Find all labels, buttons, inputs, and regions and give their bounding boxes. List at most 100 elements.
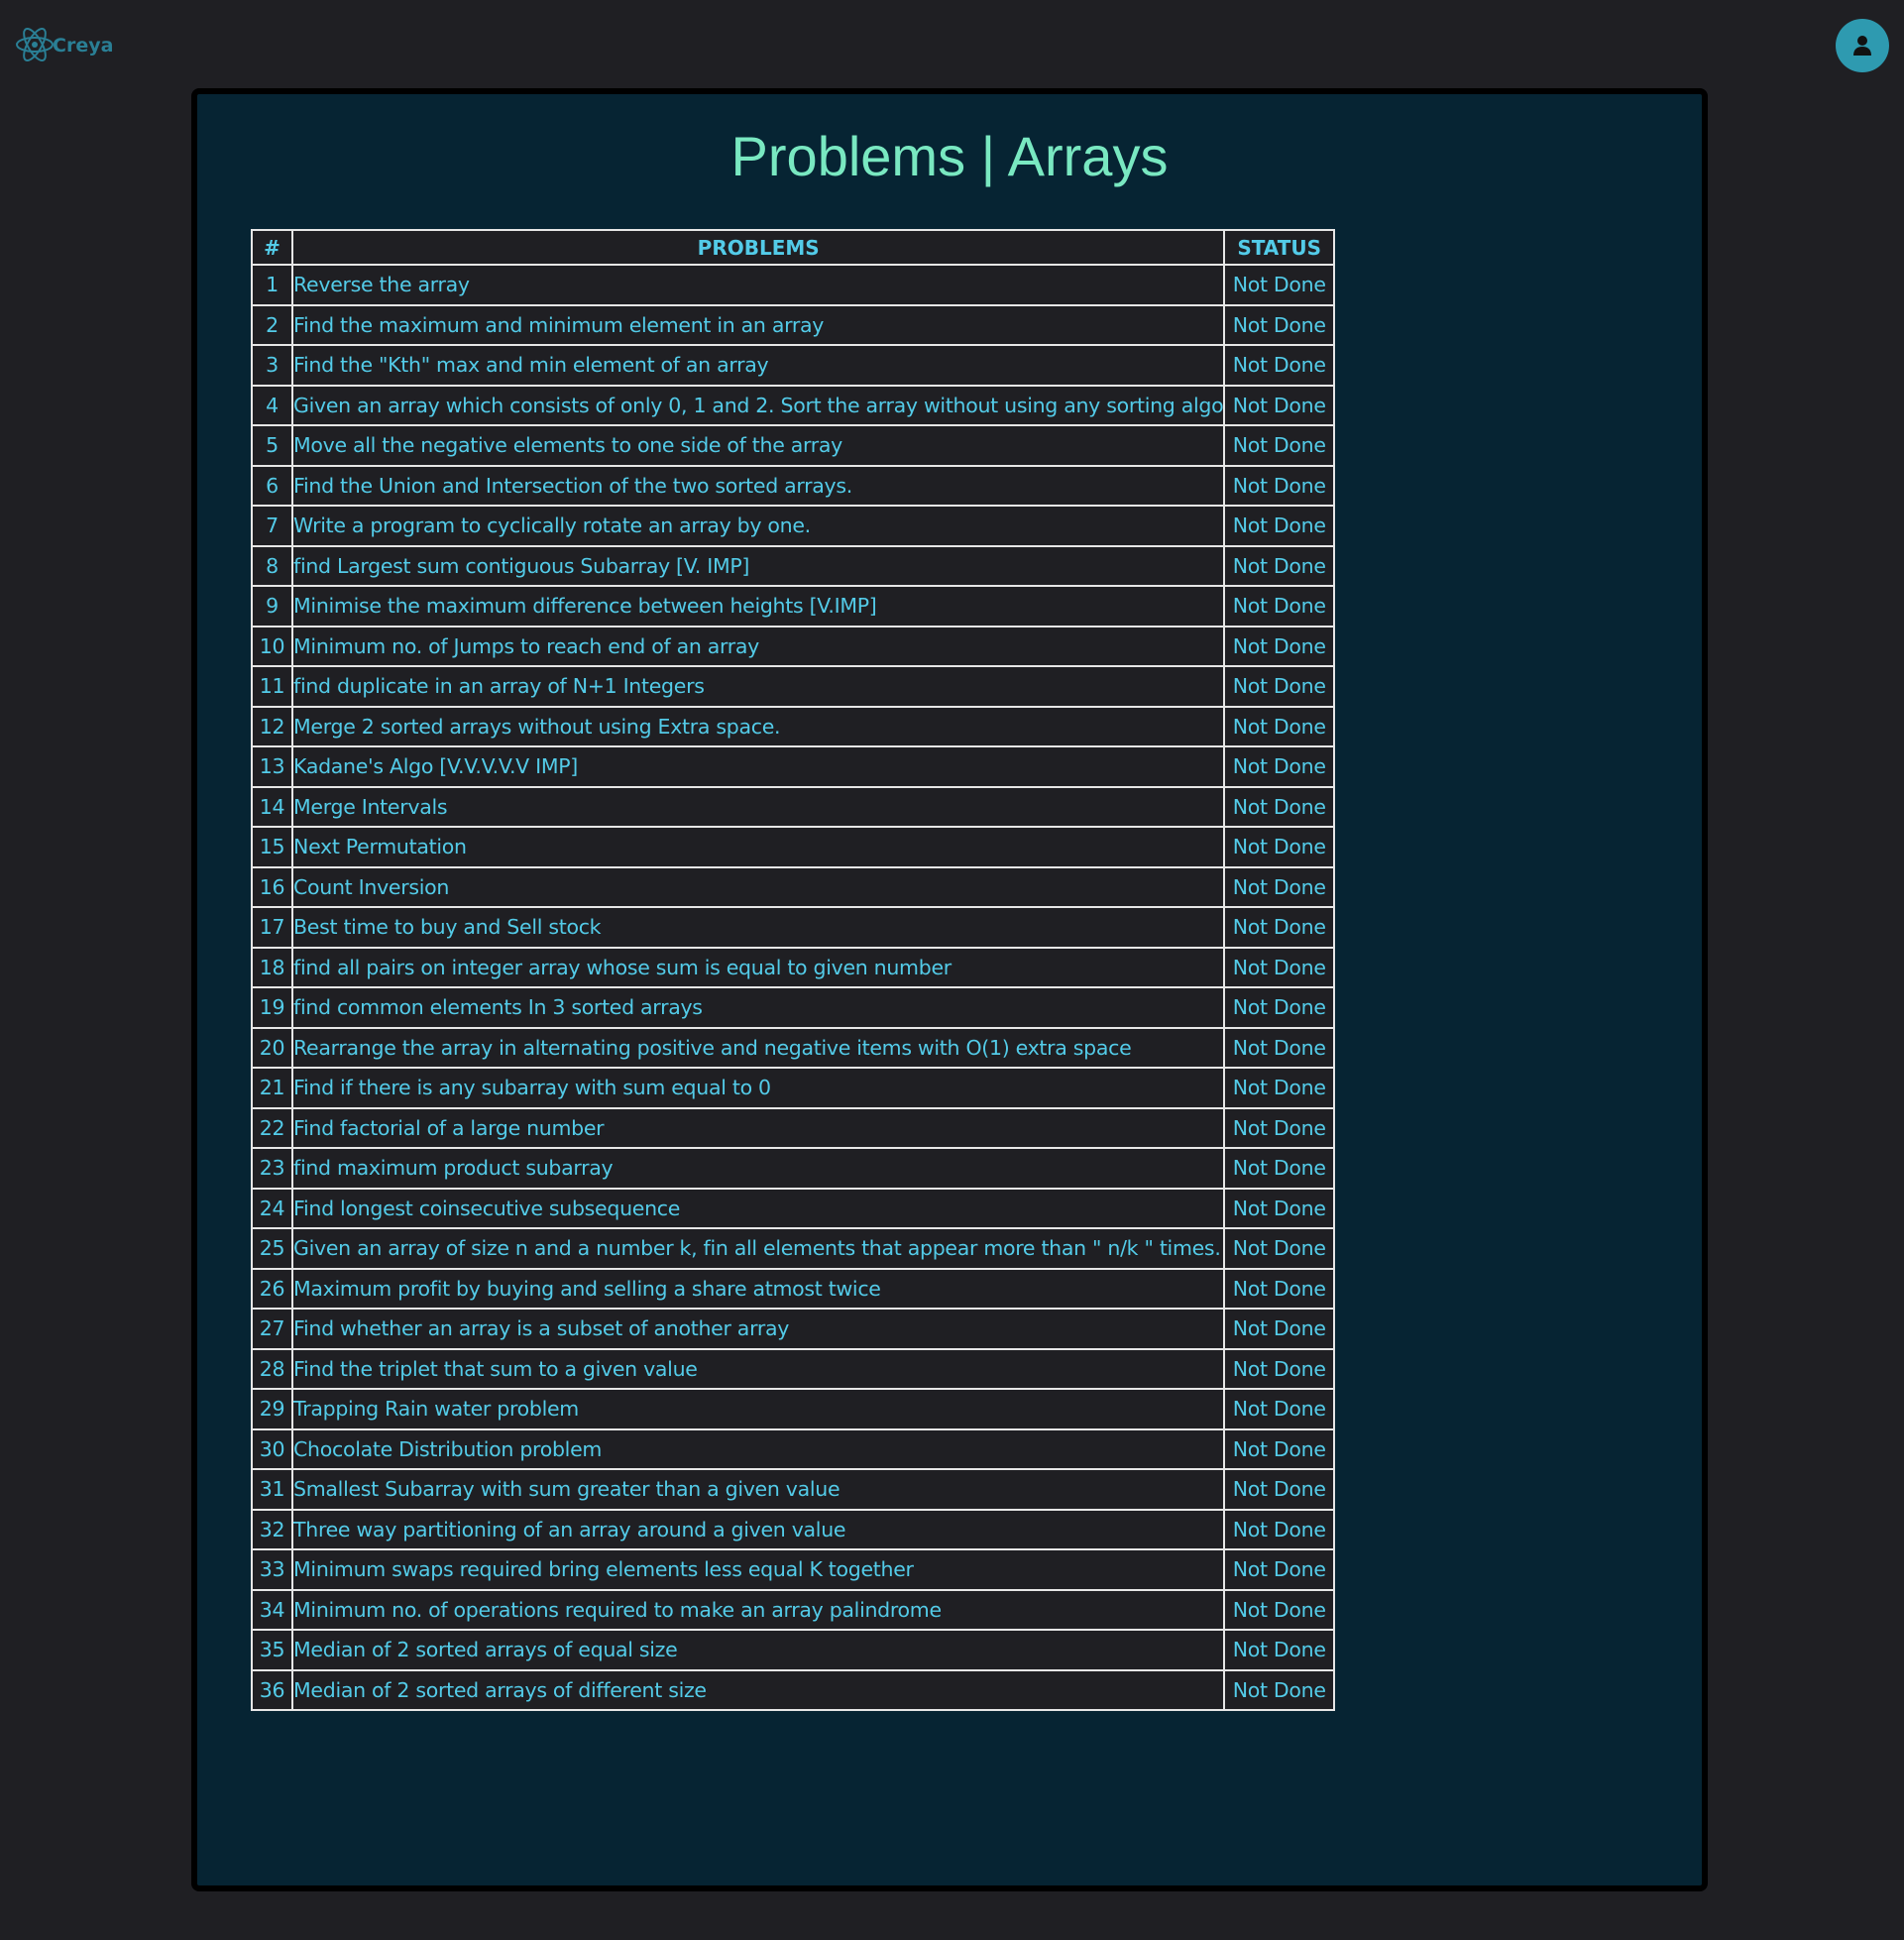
status-cell[interactable]: Not Done xyxy=(1223,826,1335,868)
row-number: 1 xyxy=(250,264,294,306)
status-cell[interactable]: Not Done xyxy=(1223,384,1335,426)
row-number: 11 xyxy=(250,665,294,708)
problem-cell: Count Inversion xyxy=(291,865,1226,908)
status-cell[interactable]: Not Done xyxy=(1223,464,1335,507)
table-row: 27 Find whether an array is a subset of a… xyxy=(250,1308,1335,1350)
status-cell[interactable]: Not Done xyxy=(1223,1468,1335,1511)
problem-link[interactable]: Find the Union and Intersection of the t… xyxy=(293,474,852,498)
status-cell[interactable]: Not Done xyxy=(1223,1147,1335,1190)
problem-link[interactable]: Rearrange the array in alternating posit… xyxy=(293,1036,1132,1060)
problem-link[interactable]: find duplicate in an array of N+1 Intege… xyxy=(293,674,705,698)
status-cell[interactable]: Not Done xyxy=(1223,424,1335,467)
table-row: 16 Count Inversion Not Done xyxy=(250,865,1335,908)
row-number: 26 xyxy=(250,1267,294,1310)
status-cell[interactable]: Not Done xyxy=(1223,303,1335,346)
status-cell[interactable]: Not Done xyxy=(1223,1668,1335,1711)
problem-link[interactable]: Maximum profit by buying and selling a s… xyxy=(293,1277,881,1301)
status-cell[interactable]: Not Done xyxy=(1223,1588,1335,1631)
status-cell[interactable]: Not Done xyxy=(1223,705,1335,747)
status-cell[interactable]: Not Done xyxy=(1223,986,1335,1029)
problem-link[interactable]: find maximum product subarray xyxy=(293,1156,614,1180)
table-row: 15 Next Permutation Not Done xyxy=(250,826,1335,868)
status-cell[interactable]: Not Done xyxy=(1223,625,1335,667)
problem-link[interactable]: Median of 2 sorted arrays of different s… xyxy=(293,1678,707,1702)
problem-link[interactable]: Find if there is any subarray with sum e… xyxy=(293,1076,771,1099)
problem-link[interactable]: Minimise the maximum difference between … xyxy=(293,594,877,618)
problem-link[interactable]: Median of 2 sorted arrays of equal size xyxy=(293,1638,678,1661)
table-row: 22 Find factorial of a large number Not Do… xyxy=(250,1106,1335,1149)
row-number: 14 xyxy=(250,785,294,828)
problem-link[interactable]: Find factorial of a large number xyxy=(293,1116,605,1140)
status-cell[interactable]: Not Done xyxy=(1223,1026,1335,1069)
problem-link[interactable]: Find the triplet that sum to a given val… xyxy=(293,1357,698,1381)
table-row: 28 Find the triplet that sum to a given v… xyxy=(250,1347,1335,1390)
status-cell[interactable]: Not Done xyxy=(1223,946,1335,988)
problem-link[interactable]: Find longest coinsecutive subsequence xyxy=(293,1197,680,1220)
status-cell[interactable]: Not Done xyxy=(1223,906,1335,949)
problem-cell: Find the triplet that sum to a given val… xyxy=(291,1347,1226,1390)
table-row: 12 Merge 2 sorted arrays without using Ex… xyxy=(250,705,1335,747)
problem-link[interactable]: Chocolate Distribution problem xyxy=(293,1437,602,1461)
status-cell[interactable]: Not Done xyxy=(1223,1067,1335,1109)
table-row: 34 Minimum no. of operations required to … xyxy=(250,1588,1335,1631)
row-number: 31 xyxy=(250,1468,294,1511)
table-row: 35 Median of 2 sorted arrays of equal siz… xyxy=(250,1629,1335,1671)
status-cell[interactable]: Not Done xyxy=(1223,544,1335,587)
problem-link[interactable]: Move all the negative elements to one si… xyxy=(293,433,842,457)
status-cell[interactable]: Not Done xyxy=(1223,785,1335,828)
problem-link[interactable]: Minimum no. of Jumps to reach end of an … xyxy=(293,634,759,658)
problem-link[interactable]: Count Inversion xyxy=(293,875,449,899)
problem-link[interactable]: Write a program to cyclically rotate an … xyxy=(293,514,811,537)
problem-link[interactable]: Given an array which consists of only 0,… xyxy=(293,394,1224,417)
status-cell[interactable]: Not Done xyxy=(1223,1227,1335,1270)
status-cell[interactable]: Not Done xyxy=(1223,665,1335,708)
row-number: 19 xyxy=(250,986,294,1029)
problem-link[interactable]: Find whether an array is a subset of ano… xyxy=(293,1316,789,1340)
status-cell[interactable]: Not Done xyxy=(1223,1267,1335,1310)
problem-link[interactable]: Trapping Rain water problem xyxy=(293,1397,579,1421)
problem-cell: Median of 2 sorted arrays of different s… xyxy=(291,1668,1226,1711)
problem-link[interactable]: Merge Intervals xyxy=(293,795,448,819)
profile-button[interactable] xyxy=(1836,19,1889,72)
status-cell[interactable]: Not Done xyxy=(1223,1347,1335,1390)
user-icon xyxy=(1853,36,1871,56)
status-cell[interactable]: Not Done xyxy=(1223,1187,1335,1229)
row-number: 16 xyxy=(250,865,294,908)
status-cell[interactable]: Not Done xyxy=(1223,344,1335,387)
problem-link[interactable]: find common elements In 3 sorted arrays xyxy=(293,995,703,1019)
problem-link[interactable]: Given an array of size n and a number k,… xyxy=(293,1236,1221,1260)
problem-link[interactable]: Best time to buy and Sell stock xyxy=(293,915,602,939)
problem-link[interactable]: Minimum swaps required bring elements le… xyxy=(293,1557,914,1581)
problem-link[interactable]: Merge 2 sorted arrays without using Extr… xyxy=(293,715,781,739)
problem-cell: Merge 2 sorted arrays without using Extr… xyxy=(291,705,1226,747)
problem-link[interactable]: Three way partitioning of an array aroun… xyxy=(293,1518,845,1541)
status-cell[interactable]: Not Done xyxy=(1223,1629,1335,1671)
status-cell[interactable]: Not Done xyxy=(1223,1308,1335,1350)
problem-link[interactable]: find all pairs on integer array whose su… xyxy=(293,956,952,979)
problem-link[interactable]: Next Permutation xyxy=(293,835,467,858)
column-header-number: # xyxy=(250,229,294,266)
status-cell[interactable]: Not Done xyxy=(1223,1388,1335,1430)
status-cell[interactable]: Not Done xyxy=(1223,1508,1335,1550)
problem-link[interactable]: find Largest sum contiguous Subarray [V.… xyxy=(293,554,749,578)
status-cell[interactable]: Not Done xyxy=(1223,1106,1335,1149)
problem-link[interactable]: Reverse the array xyxy=(293,273,470,296)
problem-link[interactable]: Minimum no. of operations required to ma… xyxy=(293,1598,942,1622)
row-number: 9 xyxy=(250,585,294,628)
status-cell[interactable]: Not Done xyxy=(1223,1548,1335,1591)
problem-cell: Next Permutation xyxy=(291,826,1226,868)
problem-link[interactable]: Find the maximum and minimum element in … xyxy=(293,313,824,337)
logo[interactable]: Creya xyxy=(14,22,113,67)
status-cell[interactable]: Not Done xyxy=(1223,505,1335,547)
status-cell[interactable]: Not Done xyxy=(1223,865,1335,908)
table-row: 14 Merge Intervals Not Done xyxy=(250,785,1335,828)
status-cell[interactable]: Not Done xyxy=(1223,264,1335,306)
problem-link[interactable]: Kadane's Algo [V.V.V.V.V IMP] xyxy=(293,754,578,778)
problem-link[interactable]: Find the "Kth" max and min element of an… xyxy=(293,353,769,377)
table-row: 30 Chocolate Distribution problem Not Done xyxy=(250,1427,1335,1470)
table-row: 2 Find the maximum and minimum element in… xyxy=(250,303,1335,346)
status-cell[interactable]: Not Done xyxy=(1223,585,1335,628)
status-cell[interactable]: Not Done xyxy=(1223,745,1335,788)
status-cell[interactable]: Not Done xyxy=(1223,1427,1335,1470)
problem-link[interactable]: Smallest Subarray with sum greater than … xyxy=(293,1477,840,1501)
